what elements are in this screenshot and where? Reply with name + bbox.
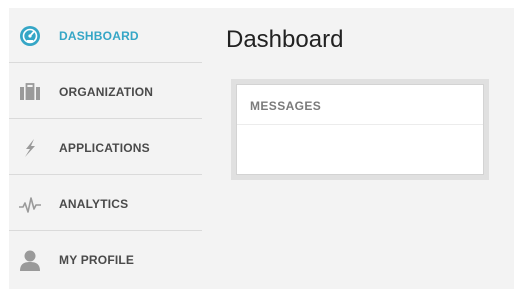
sidebar-item-my-profile[interactable]: MY PROFILE — [9, 232, 202, 287]
lightning-icon — [19, 137, 41, 159]
app-window: DASHBOARD ORGANIZATION APPLICATIONS ANAL… — [9, 8, 514, 289]
divider — [9, 118, 202, 119]
messages-panel: MESSAGES — [236, 84, 484, 175]
sidebar-item-dashboard[interactable]: DASHBOARD — [9, 8, 202, 63]
divider — [9, 230, 202, 231]
dashboard-icon — [19, 25, 41, 47]
briefcase-icon — [19, 81, 41, 103]
sidebar-item-label: ORGANIZATION — [59, 84, 154, 99]
messages-panel-header: MESSAGES — [237, 85, 483, 125]
sidebar-item-label: DASHBOARD — [59, 28, 139, 43]
sidebar-item-analytics[interactable]: ANALYTICS — [9, 176, 202, 231]
sidebar-item-label: MY PROFILE — [59, 252, 135, 267]
sidebar-item-applications[interactable]: APPLICATIONS — [9, 120, 202, 175]
sidebar-item-organization[interactable]: ORGANIZATION — [9, 64, 202, 119]
divider — [9, 62, 202, 63]
pulse-icon — [19, 193, 41, 215]
sidebar: DASHBOARD ORGANIZATION APPLICATIONS ANAL… — [9, 8, 202, 289]
messages-panel-frame: MESSAGES — [231, 79, 489, 180]
sidebar-item-label: ANALYTICS — [59, 196, 129, 211]
divider — [9, 174, 202, 175]
sidebar-item-label: APPLICATIONS — [59, 140, 150, 155]
person-icon — [19, 249, 41, 271]
messages-panel-title: MESSAGES — [250, 99, 322, 113]
page-title: Dashboard — [226, 26, 344, 53]
